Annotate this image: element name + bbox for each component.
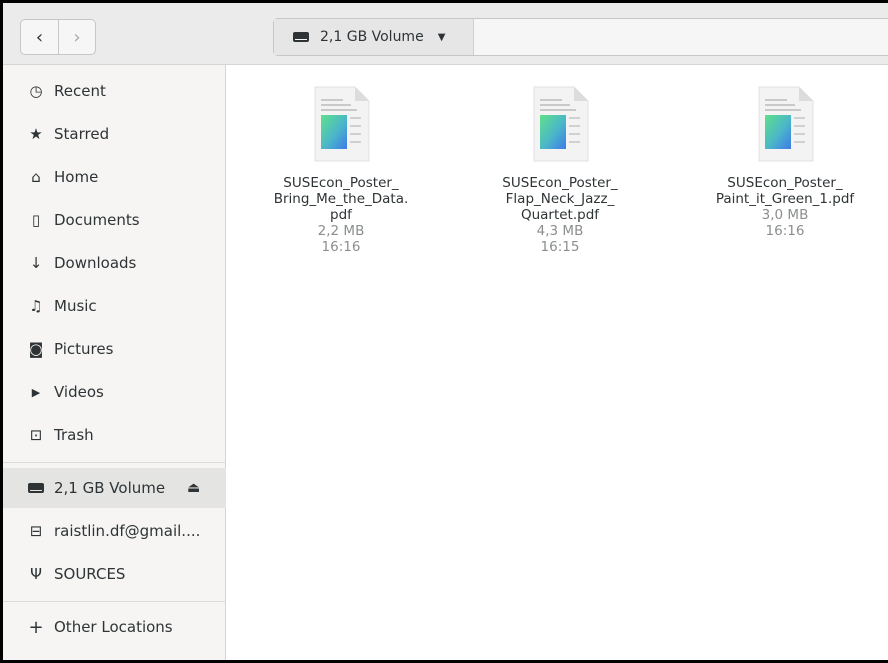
plus-icon: + [28, 616, 44, 638]
music-icon: ♫ [29, 297, 43, 315]
sidebar-item-label: Documents [54, 211, 140, 229]
file-view: SUSEcon_Poster_ Bring_Me_the_Data. pdf 2… [227, 65, 888, 660]
navigation-buttons: ‹ › [20, 19, 96, 55]
file-name: SUSEcon_Poster_ Flap_Neck_Jazz_ Quartet.… [502, 175, 618, 223]
sidebar-item-label: Music [54, 297, 97, 315]
sidebar: ◷ Recent ★ Starred ⌂ Home ▯ Documents ↓ … [3, 65, 226, 660]
header-bar: ‹ › 2,1 GB Volume ▼ [3, 3, 888, 65]
sidebar-item-music[interactable]: ♫ Music [3, 286, 226, 326]
path-button-volume[interactable]: 2,1 GB Volume ▼ [274, 19, 474, 55]
back-button[interactable]: ‹ [21, 20, 58, 54]
forward-icon: › [73, 26, 81, 48]
file-size: 4,3 MB [536, 223, 584, 239]
clock-icon: ◷ [29, 82, 43, 100]
video-icon: ▶ [31, 385, 41, 399]
sidebar-item-label: Downloads [54, 254, 137, 272]
file-size: 3,0 MB [761, 207, 809, 223]
sidebar-item-pictures[interactable]: ◙ Pictures [3, 329, 226, 369]
eject-icon[interactable]: ⏏ [187, 480, 200, 496]
sidebar-item-label: Recent [54, 82, 106, 100]
sidebar-item-other-locations[interactable]: + Other Locations [3, 607, 226, 647]
sidebar-item-label: Pictures [54, 340, 114, 358]
camera-icon: ◙ [28, 340, 44, 358]
back-icon: ‹ [35, 26, 44, 48]
sidebar-item-label: Home [54, 168, 99, 186]
document-icon: ▯ [31, 211, 41, 229]
sidebar-item-label: Starred [54, 125, 110, 143]
file-name: SUSEcon_Poster_ Bring_Me_the_Data. pdf [273, 175, 409, 223]
sidebar-item-label: raistlin.df@gmail.... [54, 522, 201, 540]
file-time: 16:16 [765, 223, 805, 239]
home-icon: ⌂ [31, 168, 41, 186]
sidebar-item-label: SOURCES [54, 565, 126, 583]
file-time: 16:16 [321, 239, 361, 255]
sidebar-item-label: 2,1 GB Volume [54, 479, 166, 497]
sidebar-separator [3, 601, 226, 602]
sidebar-item-documents[interactable]: ▯ Documents [3, 200, 226, 240]
path-label: 2,1 GB Volume [320, 29, 424, 45]
path-bar: 2,1 GB Volume ▼ [273, 18, 888, 56]
pdf-file-icon [753, 85, 817, 165]
sidebar-item-downloads[interactable]: ↓ Downloads [3, 243, 226, 283]
sidebar-item-volume[interactable]: 2,1 GB Volume ⏏ [3, 468, 226, 508]
sidebar-item-sources[interactable]: Ψ SOURCES [3, 554, 226, 594]
sidebar-item-recent[interactable]: ◷ Recent [3, 71, 226, 111]
sidebar-item-videos[interactable]: ▶ Videos [3, 372, 226, 412]
drive-icon [27, 481, 45, 495]
file-name: SUSEcon_Poster_ Paint_it_Green_1.pdf [715, 175, 855, 207]
sidebar-item-label: Other Locations [54, 618, 173, 636]
network-drive-icon: ⊟ [29, 522, 43, 540]
pdf-file-icon [309, 85, 373, 165]
file-size: 2,2 MB [317, 223, 365, 239]
chevron-down-icon: ▼ [437, 31, 446, 43]
sidebar-separator [3, 462, 226, 463]
pdf-file-icon [528, 85, 592, 165]
star-icon: ★ [29, 125, 43, 143]
file-item[interactable]: SUSEcon_Poster_ Bring_Me_the_Data. pdf 2… [251, 85, 431, 255]
sidebar-item-trash[interactable]: ⊡ Trash [3, 415, 226, 455]
trash-icon: ⊡ [29, 426, 43, 444]
sidebar-item-label: Trash [54, 426, 94, 444]
usb-icon: Ψ [30, 565, 42, 583]
sidebar-item-label: Videos [54, 383, 104, 401]
file-item[interactable]: SUSEcon_Poster_ Paint_it_Green_1.pdf 3,0… [695, 85, 875, 239]
forward-button[interactable]: › [57, 20, 95, 54]
file-time: 16:15 [540, 239, 580, 255]
download-icon: ↓ [29, 254, 43, 272]
sidebar-item-network-account[interactable]: ⊟ raistlin.df@gmail.... [3, 511, 226, 551]
file-item[interactable]: SUSEcon_Poster_ Flap_Neck_Jazz_ Quartet.… [470, 85, 650, 255]
sidebar-item-home[interactable]: ⌂ Home [3, 157, 226, 197]
file-manager-window: ‹ › 2,1 GB Volume ▼ ◷ Recent ★ Starred ⌂ [0, 0, 888, 663]
sidebar-item-starred[interactable]: ★ Starred [3, 114, 226, 154]
drive-icon [293, 32, 309, 42]
